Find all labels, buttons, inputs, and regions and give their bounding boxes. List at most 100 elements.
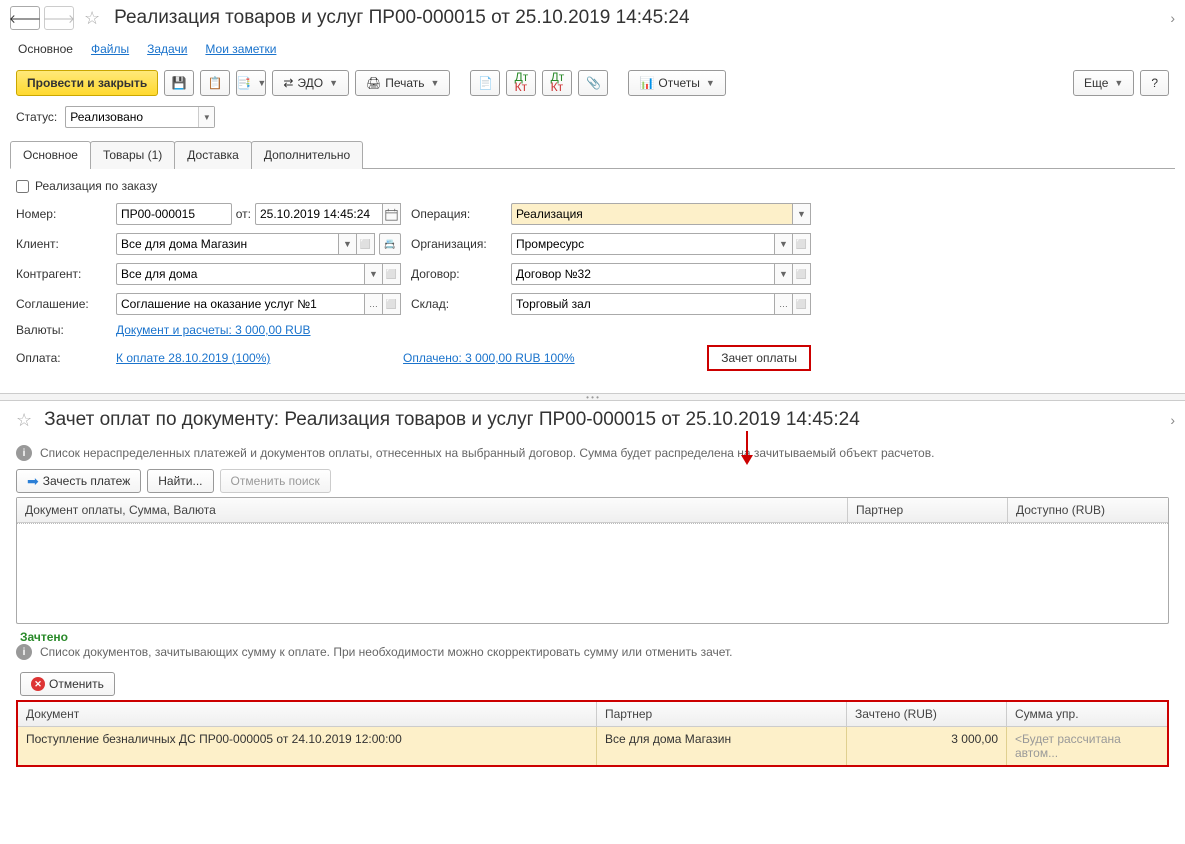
info-icon: i: [16, 644, 32, 660]
post-and-close-button[interactable]: Провести и закрыть: [16, 70, 158, 96]
cancel-offset-button[interactable]: ✕ Отменить: [20, 672, 115, 696]
operation-input[interactable]: [511, 203, 793, 225]
create-based-on-button[interactable]: 📑▼: [236, 70, 266, 96]
form-tab-goods[interactable]: Товары (1): [90, 141, 175, 169]
tab-files[interactable]: Файлы: [91, 42, 129, 56]
info-text-1: Список нераспределенных платежей и докум…: [40, 446, 934, 460]
status-input[interactable]: [65, 106, 215, 128]
nav-back-button[interactable]: 🡐: [10, 6, 40, 30]
info-text-2: Список документов, зачитывающих сумму к …: [40, 645, 733, 659]
th-partner[interactable]: Партнер: [848, 498, 1008, 522]
paid-link[interactable]: Оплачено: 3 000,00 RUB 100%: [403, 351, 575, 365]
number-input[interactable]: [116, 203, 232, 225]
th-document[interactable]: Документ оплаты, Сумма, Валюта: [17, 498, 848, 522]
nav-tab-bar: Основное Файлы Задачи Мои заметки: [0, 36, 1185, 66]
form-tab-additional[interactable]: Дополнительно: [251, 141, 363, 169]
edo-icon: ⇄: [283, 76, 293, 90]
undistributed-payments-table: Документ оплаты, Сумма, Валюта Партнер Д…: [16, 497, 1169, 624]
form-tab-main[interactable]: Основное: [10, 141, 91, 169]
chevron-down-icon[interactable]: ▼: [775, 233, 793, 255]
tab-notes[interactable]: Мои заметки: [205, 42, 276, 56]
help-button[interactable]: ?: [1140, 70, 1169, 96]
chevron-down-icon[interactable]: ▼: [339, 233, 357, 255]
ellipsis-button[interactable]: …: [365, 293, 383, 315]
favorite-star-icon[interactable]: ☆: [84, 8, 100, 29]
ellipsis-button[interactable]: …: [775, 293, 793, 315]
open-ref-button[interactable]: ⬜: [383, 263, 401, 285]
calendar-button[interactable]: [383, 203, 401, 225]
payment-link[interactable]: К оплате 28.10.2019 (100%): [116, 351, 270, 365]
dt-kt-cancel-button[interactable]: ДтКт: [542, 70, 572, 96]
table-row[interactable]: Поступление безналичных ДС ПР00-000005 о…: [18, 727, 1167, 765]
by-order-checkbox[interactable]: [16, 180, 29, 193]
currency-link[interactable]: Документ и расчеты: 3 000,00 RUB: [116, 323, 311, 337]
more-button[interactable]: Еще▼: [1073, 70, 1134, 96]
offset-payment-button[interactable]: Зачет оплаты: [707, 345, 811, 371]
agreement-input[interactable]: [116, 293, 365, 315]
dt-kt-cancel-icon: ДтКт: [551, 73, 565, 93]
date-input[interactable]: [255, 203, 383, 225]
credited-section-label: Зачтено: [10, 624, 1175, 644]
client-input[interactable]: [116, 233, 339, 255]
expand-icon[interactable]: ›: [1170, 10, 1175, 26]
chevron-down-icon: ▼: [257, 78, 266, 88]
contragent-input[interactable]: [116, 263, 365, 285]
reports-button[interactable]: 📊Отчеты▼: [628, 70, 725, 96]
chevron-down-icon[interactable]: ▼: [198, 107, 214, 127]
tab-tasks[interactable]: Задачи: [147, 42, 187, 56]
th-available[interactable]: Доступно (RUB): [1008, 498, 1168, 522]
panel-splitter[interactable]: • • •: [0, 393, 1185, 401]
warehouse-input[interactable]: [511, 293, 775, 315]
find-button[interactable]: Найти...: [147, 469, 213, 493]
chevron-down-icon: ▼: [706, 78, 715, 88]
chevron-down-icon[interactable]: ▼: [775, 263, 793, 285]
th-partner[interactable]: Партнер: [597, 702, 847, 726]
info-icon: i: [16, 445, 32, 461]
attach-button[interactable]: 📎: [578, 70, 608, 96]
status-dropdown[interactable]: ▼: [65, 106, 215, 128]
open-ref-button[interactable]: ⬜: [357, 233, 375, 255]
chevron-down-icon[interactable]: ▼: [793, 203, 811, 225]
organization-input[interactable]: [511, 233, 775, 255]
expand-icon[interactable]: ›: [1170, 412, 1175, 428]
th-credited[interactable]: Зачтено (RUB): [847, 702, 1007, 726]
contragent-label: Контрагент:: [16, 267, 106, 281]
main-toolbar: Провести и закрыть 💾 📋 📑▼ ⇄ЭДО▼ 🖨Печать▼…: [0, 66, 1185, 106]
form-tab-delivery[interactable]: Доставка: [174, 141, 252, 169]
dogovor-input[interactable]: [511, 263, 775, 285]
table-body-empty: [17, 523, 1168, 623]
client-card-button[interactable]: 📇: [379, 233, 401, 255]
arrow-right-icon: ➡: [27, 473, 39, 490]
tab-main[interactable]: Основное: [18, 42, 73, 56]
cell-sum-mgmt: <Будет рассчитана автом...: [1007, 727, 1167, 765]
credited-documents-table: Документ Партнер Зачтено (RUB) Сумма упр…: [16, 700, 1169, 767]
dogovor-label: Договор:: [411, 267, 501, 281]
tool-button-1[interactable]: 📄: [470, 70, 500, 96]
favorite-star-icon[interactable]: ☆: [16, 410, 32, 431]
open-ref-button[interactable]: ⬜: [793, 293, 811, 315]
print-icon: 🖨: [366, 76, 381, 90]
chevron-down-icon[interactable]: ▼: [365, 263, 383, 285]
red-arrow-annotation: [737, 431, 757, 472]
operation-label: Операция:: [411, 207, 501, 221]
open-ref-button[interactable]: ⬜: [793, 233, 811, 255]
payment-label: Оплата:: [16, 351, 106, 365]
edo-button[interactable]: ⇄ЭДО▼: [272, 70, 349, 96]
copy-icon: 📑: [236, 76, 251, 90]
agreement-label: Соглашение:: [16, 297, 106, 311]
offset-payment-action-button[interactable]: ➡ Зачесть платеж: [16, 469, 141, 493]
cell-document: Поступление безналичных ДС ПР00-000005 о…: [18, 727, 597, 765]
currency-label: Валюты:: [16, 323, 106, 337]
cell-amount: 3 000,00: [847, 727, 1007, 765]
open-ref-button[interactable]: ⬜: [793, 263, 811, 285]
open-ref-button[interactable]: ⬜: [383, 293, 401, 315]
client-label: Клиент:: [16, 237, 106, 251]
post-button[interactable]: 📋: [200, 70, 230, 96]
dt-kt-button[interactable]: ДтКт: [506, 70, 536, 96]
th-sum-mgmt[interactable]: Сумма упр.: [1007, 702, 1167, 726]
reports-icon: 📊: [639, 76, 654, 90]
print-button[interactable]: 🖨Печать▼: [355, 70, 450, 96]
th-document[interactable]: Документ: [18, 702, 597, 726]
chevron-down-icon: ▼: [329, 78, 338, 88]
save-button[interactable]: 💾: [164, 70, 194, 96]
